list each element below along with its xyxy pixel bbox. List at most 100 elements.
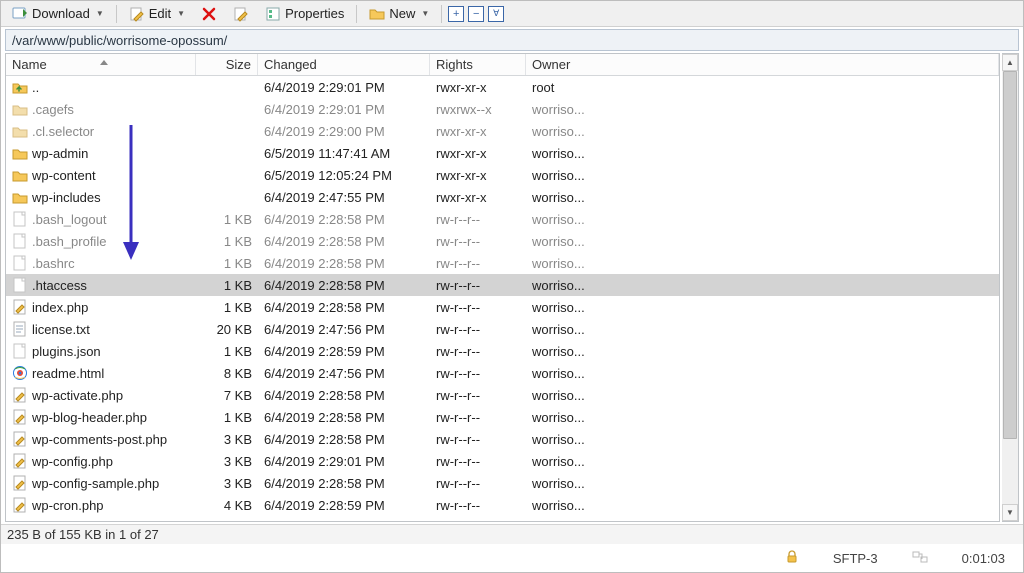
cell-owner: worriso...	[526, 102, 606, 117]
cell-name: wp-blog-header.php	[6, 409, 196, 425]
table-row[interactable]: wp-cron.php4 KB6/4/2019 2:28:59 PMrw-r--…	[6, 494, 999, 516]
cell-changed: 6/4/2019 2:29:01 PM	[258, 454, 430, 469]
file-name: wp-config-sample.php	[32, 476, 159, 491]
new-button[interactable]: New ▼	[362, 3, 436, 25]
cell-name: .htaccess	[6, 277, 196, 293]
table-row[interactable]: readme.html8 KB6/4/2019 2:47:56 PMrw-r--…	[6, 362, 999, 384]
table-row[interactable]: .bash_logout1 KB6/4/2019 2:28:58 PMrw-r-…	[6, 208, 999, 230]
file-icon	[12, 321, 28, 337]
separator	[116, 5, 117, 23]
rename-icon	[233, 6, 249, 22]
file-list: ..6/4/2019 2:29:01 PMrwxr-xr-xroot.cagef…	[6, 76, 999, 521]
cell-changed: 6/5/2019 11:47:41 AM	[258, 146, 430, 161]
cell-name: readme.html	[6, 365, 196, 381]
properties-button[interactable]: Properties	[258, 3, 351, 25]
table-row[interactable]: .bash_profile1 KB6/4/2019 2:28:58 PMrw-r…	[6, 230, 999, 252]
download-button[interactable]: Download ▼	[5, 3, 111, 25]
folder-icon	[12, 145, 28, 161]
table-row[interactable]: wp-content6/5/2019 12:05:24 PMrwxr-xr-xw…	[6, 164, 999, 186]
path-bar[interactable]: /var/www/public/worrisome-opossum/	[5, 29, 1019, 51]
file-name: ..	[32, 80, 39, 95]
file-icon	[12, 233, 28, 249]
cell-owner: worriso...	[526, 234, 606, 249]
cell-rights: rw-r--r--	[430, 344, 526, 359]
collapse-button[interactable]: −	[468, 6, 484, 22]
download-label: Download	[32, 6, 90, 21]
encryption-indicator[interactable]	[775, 544, 809, 572]
scroll-down-button[interactable]: ▼	[1002, 504, 1018, 521]
scroll-track[interactable]	[1002, 71, 1018, 504]
table-row[interactable]: .cl.selector6/4/2019 2:29:00 PMrwxr-xr-x…	[6, 120, 999, 142]
cell-size: 1 KB	[196, 256, 258, 271]
scroll-thumb[interactable]	[1003, 71, 1017, 439]
cell-size: 7 KB	[196, 388, 258, 403]
cell-rights: rw-r--r--	[430, 300, 526, 315]
cell-size: 1 KB	[196, 410, 258, 425]
cell-owner: worriso...	[526, 146, 606, 161]
cell-owner: worriso...	[526, 498, 606, 513]
cell-size: 3 KB	[196, 432, 258, 447]
table-row[interactable]: license.txt20 KB6/4/2019 2:47:56 PMrw-r-…	[6, 318, 999, 340]
table-row[interactable]: wp-admin6/5/2019 11:47:41 AMrwxr-xr-xwor…	[6, 142, 999, 164]
file-icon	[12, 475, 28, 491]
cell-rights: rwxrwx--x	[430, 102, 526, 117]
cell-owner: worriso...	[526, 432, 606, 447]
cell-owner: worriso...	[526, 410, 606, 425]
table-row[interactable]: wp-blog-header.php1 KB6/4/2019 2:28:58 P…	[6, 406, 999, 428]
table-row[interactable]: wp-activate.php7 KB6/4/2019 2:28:58 PMrw…	[6, 384, 999, 406]
file-icon	[12, 431, 28, 447]
col-owner[interactable]: Owner	[526, 54, 999, 75]
cell-name: wp-activate.php	[6, 387, 196, 403]
session-name[interactable]: SFTP-3	[823, 544, 888, 572]
vertical-scrollbar[interactable]: ▲ ▼	[1002, 53, 1019, 522]
cell-changed: 6/4/2019 2:28:59 PM	[258, 498, 430, 513]
folder-icon	[12, 167, 28, 183]
cell-owner: worriso...	[526, 344, 606, 359]
connection-indicator[interactable]	[902, 544, 938, 572]
file-icon	[12, 453, 28, 469]
cell-changed: 6/4/2019 2:28:59 PM	[258, 344, 430, 359]
cell-rights: rw-r--r--	[430, 212, 526, 227]
col-size[interactable]: Size	[196, 54, 258, 75]
table-row[interactable]: wp-config.php3 KB6/4/2019 2:29:01 PMrw-r…	[6, 450, 999, 472]
edit-button[interactable]: Edit ▼	[122, 3, 192, 25]
expand-button[interactable]: +	[448, 6, 464, 22]
cell-size: 1 KB	[196, 300, 258, 315]
col-changed[interactable]: Changed	[258, 54, 430, 75]
file-panel: Name Size Changed Rights Owner ..6/4/201…	[5, 53, 1000, 522]
cell-size: 1 KB	[196, 212, 258, 227]
table-row[interactable]: .bashrc1 KB6/4/2019 2:28:58 PMrw-r--r--w…	[6, 252, 999, 274]
cell-changed: 6/5/2019 12:05:24 PM	[258, 168, 430, 183]
delete-button[interactable]	[194, 3, 224, 25]
cell-rights: rwxr-xr-x	[430, 190, 526, 205]
table-row[interactable]: .cagefs6/4/2019 2:29:01 PMrwxrwx--xworri…	[6, 98, 999, 120]
table-row[interactable]: wp-includes6/4/2019 2:47:55 PMrwxr-xr-xw…	[6, 186, 999, 208]
cell-rights: rw-r--r--	[430, 454, 526, 469]
parent-folder-icon	[12, 79, 28, 95]
col-name[interactable]: Name	[6, 54, 196, 75]
folder-icon	[12, 101, 28, 117]
table-row[interactable]: ..6/4/2019 2:29:01 PMrwxr-xr-xroot	[6, 76, 999, 98]
col-changed-label: Changed	[264, 57, 317, 72]
properties-icon	[265, 6, 281, 22]
cell-name: index.php	[6, 299, 196, 315]
table-row[interactable]: plugins.json1 KB6/4/2019 2:28:59 PMrw-r-…	[6, 340, 999, 362]
file-name: wp-cron.php	[32, 498, 104, 513]
file-name: readme.html	[32, 366, 104, 381]
table-row[interactable]: wp-comments-post.php3 KB6/4/2019 2:28:58…	[6, 428, 999, 450]
scroll-up-button[interactable]: ▲	[1002, 54, 1018, 71]
rename-button[interactable]	[226, 3, 256, 25]
file-name: wp-activate.php	[32, 388, 123, 403]
table-row[interactable]: index.php1 KB6/4/2019 2:28:58 PMrw-r--r-…	[6, 296, 999, 318]
col-rights[interactable]: Rights	[430, 54, 526, 75]
time-label: 0:01:03	[962, 551, 1005, 566]
separator	[441, 5, 442, 23]
cell-rights: rw-r--r--	[430, 498, 526, 513]
table-row[interactable]: .htaccess1 KB6/4/2019 2:28:58 PMrw-r--r-…	[6, 274, 999, 296]
col-rights-label: Rights	[436, 57, 473, 72]
cell-owner: worriso...	[526, 212, 606, 227]
cell-size: 3 KB	[196, 454, 258, 469]
table-row[interactable]: wp-config-sample.php3 KB6/4/2019 2:28:58…	[6, 472, 999, 494]
download-icon	[12, 6, 28, 22]
select-button[interactable]: ∀	[488, 6, 504, 22]
